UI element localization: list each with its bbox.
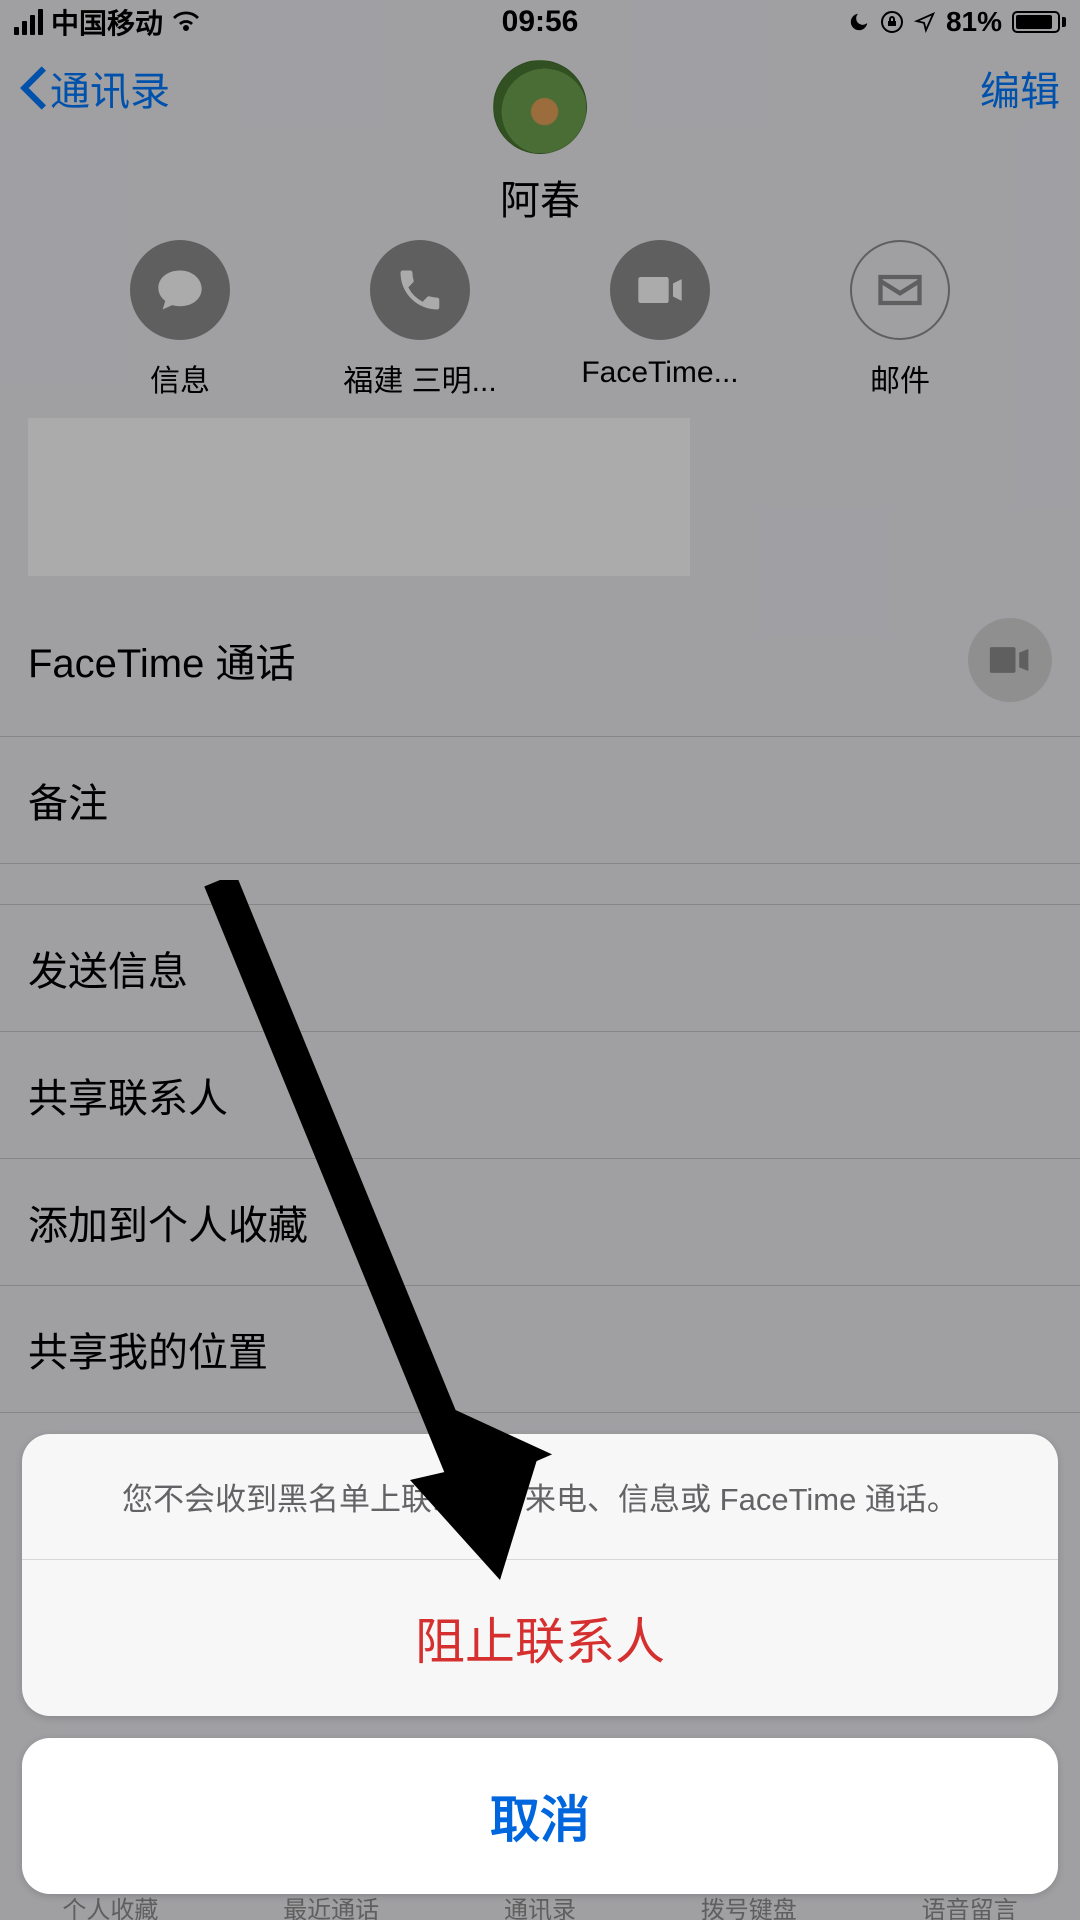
block-contact-button[interactable]: 阻止联系人	[22, 1560, 1058, 1716]
cancel-button[interactable]: 取消	[22, 1738, 1058, 1894]
sheet-message: 您不会收到黑名单上联系人的来电、信息或 FaceTime 通话。	[22, 1434, 1058, 1560]
action-sheet: 您不会收到黑名单上联系人的来电、信息或 FaceTime 通话。 阻止联系人 取…	[22, 1434, 1058, 1894]
